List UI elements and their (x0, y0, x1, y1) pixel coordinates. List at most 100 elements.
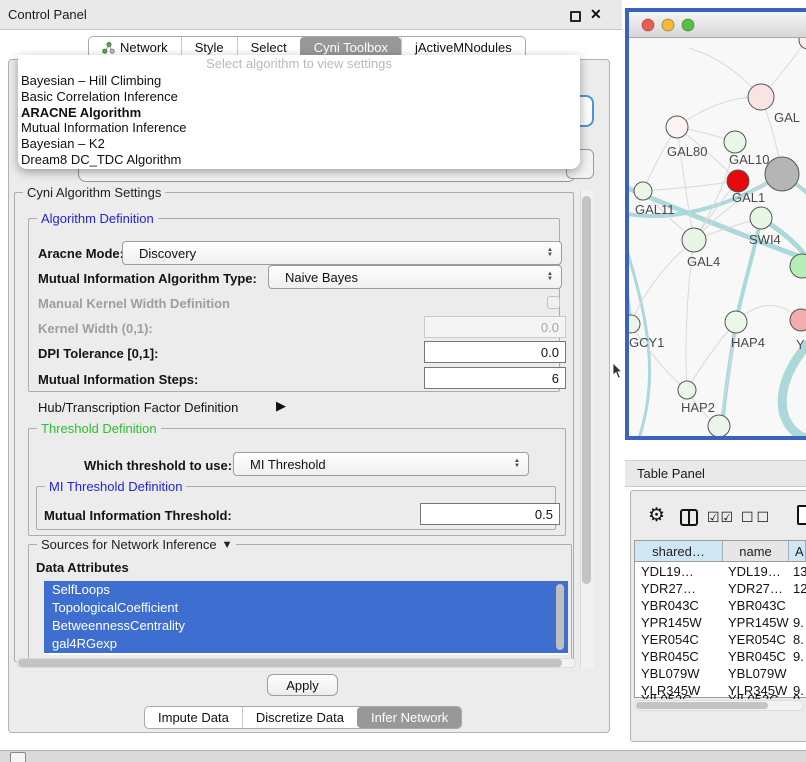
dropdown-item[interactable]: Bayesian – Hill Climbing (18, 73, 580, 89)
dropdown-item[interactable]: Mutual Information Inference (18, 120, 580, 136)
screen: Control Panel ✕ Network Style Select Cyn… (0, 0, 806, 762)
tab-discretize-data[interactable]: Discretize Data (242, 707, 357, 728)
table-cell[interactable]: YBL079W (728, 666, 787, 681)
node-gray[interactable] (765, 157, 799, 191)
mi-type-combo[interactable]: Naive Bayes ▲▼ (268, 265, 562, 289)
table-cell-clipped[interactable]: YIL052C (641, 692, 692, 699)
kernel-width-label: Kernel Width (0,1): (38, 321, 153, 336)
table-cell[interactable]: YER054C (728, 632, 786, 647)
table-cell[interactable]: YPR145W (641, 615, 702, 630)
node-gal80[interactable] (666, 116, 688, 138)
table-cell[interactable]: 8. (793, 632, 804, 647)
node-gal11[interactable] (634, 182, 652, 200)
close-panel-icon[interactable]: ✕ (590, 6, 602, 23)
table-cell[interactable]: YBL079W (641, 666, 700, 681)
network-window-titlebar[interactable] (629, 12, 806, 38)
list-item-selected[interactable]: BetweennessCentrality (44, 617, 568, 635)
tab-impute-data[interactable]: Impute Data (145, 707, 242, 728)
node-label: Y (796, 337, 805, 352)
kernel-width-field[interactable]: 0.0 (424, 316, 566, 338)
hub-expand-icon[interactable]: ▶ (276, 398, 286, 414)
threshold-definition-title: Threshold Definition (37, 421, 161, 436)
table-cell[interactable]: YER054C (641, 632, 699, 647)
table-cell-clipped[interactable]: 9. (793, 692, 804, 699)
dropdown-placeholder: Select algorithm to view settings (18, 55, 580, 73)
data-attributes-label: Data Attributes (36, 560, 129, 575)
node-gal1[interactable] (727, 170, 749, 192)
table-cell[interactable]: YBR043C (728, 598, 786, 613)
table-cell[interactable]: YDR27… (641, 581, 696, 596)
settings-hscroll-thumb[interactable] (18, 659, 562, 667)
node-label: HAP4 (731, 335, 765, 350)
float-panel-icon[interactable] (570, 11, 581, 22)
table-cell[interactable]: 9. (793, 615, 804, 630)
split-columns-icon[interactable] (680, 509, 698, 526)
node-hap2[interactable] (678, 381, 696, 399)
attributes-list-scrollbar[interactable] (556, 584, 564, 650)
list-item-selected[interactable]: SelfLoops (44, 581, 568, 599)
table-cell[interactable]: YDR27… (728, 581, 783, 596)
table-cell[interactable]: YPR145W (728, 615, 789, 630)
table-cell[interactable]: YBR045C (641, 649, 699, 664)
list-item-selected[interactable]: gal4RGexp (44, 635, 568, 653)
dropdown-item[interactable]: Bayesian – K2 (18, 136, 580, 152)
dropdown-item[interactable]: Dream8 DC_TDC Algorithm (18, 152, 580, 168)
node-swi4[interactable] (750, 207, 772, 229)
network-canvas[interactable]: GAL GAL80 GAL10 GAL1 SWI4 GAL11 GAL4 GCY… (629, 38, 806, 436)
node-y[interactable] (790, 309, 806, 331)
table-cell[interactable]: YBR043C (641, 598, 699, 613)
table-cell[interactable]: 9. (793, 649, 804, 664)
list-item-selected[interactable]: TopologicalCoefficient (44, 599, 568, 617)
close-window-icon[interactable] (642, 19, 654, 31)
node-green[interactable] (790, 254, 806, 278)
cyni-settings-group-title: Cyni Algorithm Settings (23, 185, 165, 200)
mouse-cursor (612, 363, 623, 379)
minimized-panel-icon[interactable] (10, 752, 26, 762)
dpi-tolerance-label: DPI Tolerance [0,1]: (38, 346, 158, 361)
unchecked-columns-icon[interactable]: ☐☐ (741, 509, 772, 526)
document-icon[interactable] (797, 505, 806, 525)
table-hscroll-thumb[interactable] (636, 702, 768, 709)
manual-kernel-checkbox[interactable] (547, 296, 560, 309)
control-panel-titlebar: Control Panel (0, 0, 622, 30)
node-gal10[interactable] (724, 131, 746, 153)
node-hap4[interactable] (725, 311, 747, 333)
settings-vscroll-thumb[interactable] (582, 196, 591, 584)
node-label: GCY1 (629, 335, 664, 350)
table-cell-clipped[interactable]: YIL052C (728, 692, 779, 699)
table-cell[interactable]: YDL19… (728, 564, 781, 579)
node-label: GAL10 (729, 152, 769, 167)
dpi-tolerance-field[interactable]: 0.0 (424, 341, 566, 363)
node-label: HAP2 (681, 400, 715, 415)
table-cell[interactable]: YDL19… (641, 564, 694, 579)
sources-collapse-icon[interactable]: ▼ (222, 539, 233, 551)
combo-arrows-icon: ▲▼ (547, 272, 553, 282)
table-cell[interactable]: 12 (793, 581, 806, 596)
column-header-name[interactable]: name (723, 541, 789, 562)
zoom-window-icon[interactable] (682, 19, 694, 31)
gear-icon[interactable]: ⚙ (648, 504, 665, 527)
mi-steps-field[interactable]: 6 (424, 367, 566, 389)
which-threshold-combo[interactable]: MI Threshold ▲▼ (233, 452, 529, 476)
dropdown-item-selected[interactable]: ARACNE Algorithm (18, 105, 580, 121)
node-bottom[interactable] (708, 415, 730, 436)
column-header-partial[interactable]: A (789, 541, 806, 562)
node[interactable] (799, 38, 806, 49)
table-cell[interactable]: YBR045C (728, 649, 786, 664)
node-gcy1[interactable] (629, 315, 640, 333)
apply-button[interactable]: Apply (267, 674, 338, 696)
which-threshold-label: Which threshold to use: (84, 458, 232, 473)
dropdown-item[interactable]: Basic Correlation Inference (18, 89, 580, 105)
minimize-window-icon[interactable] (662, 19, 674, 31)
column-header-shared[interactable]: shared… (635, 541, 723, 562)
node-gal[interactable] (748, 84, 774, 110)
hub-factor-label: Hub/Transcription Factor Definition (38, 400, 238, 415)
node-label: GAL1 (732, 190, 765, 205)
tab-infer-network[interactable]: Infer Network (357, 707, 461, 728)
checked-columns-icon[interactable]: ☑☑ (707, 509, 734, 526)
table-cell[interactable]: 13 (793, 564, 806, 579)
node-label: GAL80 (667, 144, 707, 159)
node-gal4[interactable] (682, 228, 706, 252)
mi-threshold-field[interactable]: 0.5 (420, 503, 560, 525)
aracne-mode-combo[interactable]: Discovery ▲▼ (122, 241, 562, 265)
